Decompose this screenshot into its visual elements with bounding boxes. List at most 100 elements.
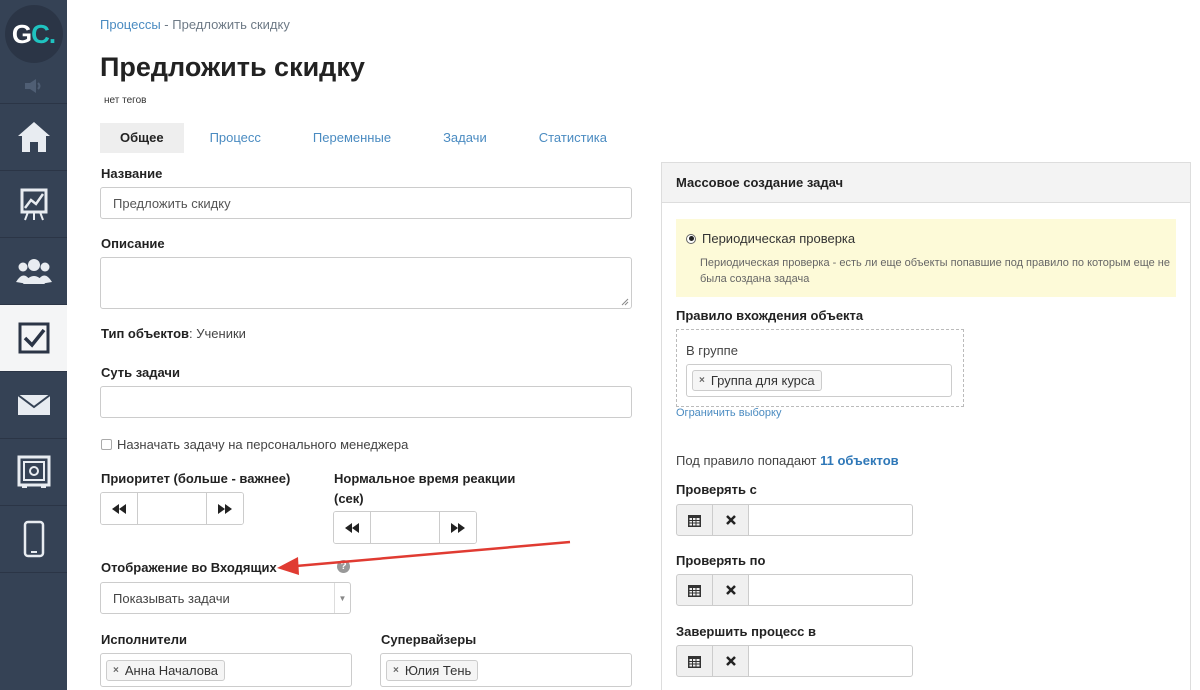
inbox-select[interactable]: Показывать задачи ▼ — [100, 582, 351, 614]
finish-date — [676, 645, 913, 677]
priority-increase-button[interactable] — [206, 493, 243, 524]
fast-forward-icon — [451, 522, 465, 533]
sidebar-item-safe[interactable] — [0, 439, 67, 506]
group-chip: × Группа для курса — [692, 370, 822, 391]
supervisor-name: Юлия Тень — [404, 662, 472, 678]
users-icon — [15, 259, 52, 284]
check-from-label: Проверять с — [676, 482, 757, 497]
essence-label: Суть задачи — [101, 365, 180, 380]
sidebar-item-stats[interactable] — [0, 171, 67, 238]
close-icon — [725, 656, 736, 666]
speaker-icon — [24, 78, 40, 93]
limit-link[interactable]: Ограничить выборку — [676, 407, 781, 419]
tab-variables[interactable]: Переменные — [287, 123, 417, 153]
help-icon[interactable]: ? — [337, 560, 350, 573]
logo[interactable]: GC. — [4, 5, 63, 63]
phone-icon — [23, 520, 44, 558]
remove-chip-icon[interactable]: × — [113, 665, 119, 676]
priority-label: Приоритет (больше - важнее) — [101, 471, 291, 486]
sound-toggle[interactable] — [0, 68, 67, 104]
check-from-input[interactable] — [748, 504, 913, 536]
tab-statistics[interactable]: Статистика — [513, 123, 633, 153]
check-to-input[interactable] — [748, 574, 913, 606]
mass-task-panel: Массовое создание задач Периодическая пр… — [661, 162, 1191, 690]
reaction-decrease-button[interactable] — [334, 512, 371, 543]
tab-tasks[interactable]: Задачи — [417, 123, 513, 153]
reaction-label-line1: Нормальное время реакции — [334, 471, 516, 486]
checkbox-icon — [18, 322, 49, 354]
supervisor-chip: × Юлия Тень — [386, 659, 479, 681]
finish-label: Завершить процесс в — [676, 624, 817, 639]
mode-description: Периодическая проверка - есть ли еще объ… — [700, 257, 1170, 285]
tab-general[interactable]: Общее — [100, 123, 184, 153]
personal-manager-label: Назначать задачу на персонального менедж… — [117, 437, 409, 452]
calendar-button[interactable] — [676, 645, 713, 677]
priority-input[interactable] — [138, 493, 206, 524]
supervisors-field[interactable]: × Юлия Тень — [380, 653, 632, 687]
rule-label: Правило вхождения объекта — [676, 308, 864, 323]
rule-count-prefix: Под правило попадают — [676, 453, 821, 468]
logo-dot: . — [48, 18, 56, 49]
supervisors-label: Супервайзеры — [381, 632, 477, 647]
essence-input[interactable] — [100, 386, 632, 418]
inbox-select-value: Показывать задачи — [113, 590, 230, 606]
tabs: Общее Процесс Переменные Задачи Статисти… — [100, 123, 633, 153]
breadcrumb: Процессы - Предложить скидку — [100, 17, 290, 32]
check-from-date — [676, 504, 913, 536]
object-type: Тип объектов: Ученики — [101, 326, 246, 341]
tags-label[interactable]: нет тегов — [104, 95, 146, 106]
page-title: Предложить скидку — [100, 52, 365, 82]
tab-process[interactable]: Процесс — [184, 123, 287, 153]
group-label: В группе — [686, 343, 738, 358]
reaction-input[interactable] — [371, 512, 439, 543]
sidebar-item-home[interactable] — [0, 104, 67, 171]
panel-title: Массовое создание задач — [662, 163, 1190, 203]
name-input-value: Предложить скидку — [113, 195, 231, 211]
safe-icon — [17, 455, 50, 488]
clear-date-button[interactable] — [712, 504, 749, 536]
remove-chip-icon[interactable]: × — [393, 665, 399, 676]
name-input[interactable]: Предложить скидку — [100, 187, 632, 219]
calendar-button[interactable] — [676, 504, 713, 536]
object-type-value: : Ученики — [189, 326, 246, 341]
description-textarea[interactable] — [100, 257, 632, 309]
breadcrumb-link-processes[interactable]: Процессы — [100, 17, 161, 32]
sidebar-item-users[interactable] — [0, 238, 67, 305]
finish-input[interactable] — [748, 645, 913, 677]
close-icon — [725, 585, 736, 595]
radio-selected-icon[interactable] — [686, 233, 696, 244]
priority-decrease-button[interactable] — [101, 493, 138, 524]
rule-count-link[interactable]: 11 объектов — [820, 453, 899, 468]
reaction-increase-button[interactable] — [439, 512, 476, 543]
sidebar-item-mail[interactable] — [0, 372, 67, 439]
clear-date-button[interactable] — [712, 645, 749, 677]
mode-label: Периодическая проверка — [702, 231, 856, 246]
executors-field[interactable]: × Анна Началова — [100, 653, 352, 687]
calendar-button[interactable] — [676, 574, 713, 606]
check-to-label: Проверять по — [676, 553, 766, 568]
description-label: Описание — [101, 236, 165, 251]
personal-manager-checkbox[interactable] — [101, 439, 112, 450]
resize-handle-icon — [621, 298, 629, 306]
executor-chip: × Анна Началова — [106, 659, 226, 681]
reaction-label-line2: (сек) — [334, 491, 364, 506]
remove-chip-icon[interactable]: × — [699, 375, 705, 386]
personal-manager-option[interactable]: Назначать задачу на персонального менедж… — [101, 437, 408, 452]
calendar-icon — [688, 584, 701, 597]
sidebar-item-tasks[interactable] — [0, 305, 67, 372]
reaction-label: Нормальное время реакции (сек) — [334, 471, 515, 506]
object-type-label: Тип объектов — [101, 326, 190, 341]
clear-date-button[interactable] — [712, 574, 749, 606]
group-field[interactable]: × Группа для курса — [686, 364, 952, 397]
rewind-icon — [112, 503, 126, 514]
logo-letter-g: G — [11, 18, 32, 49]
mode-notice: Периодическая проверка Периодическая про… — [676, 219, 1176, 297]
sidebar-item-mobile[interactable] — [0, 506, 67, 573]
executor-name: Анна Началова — [124, 662, 219, 678]
rule-box: В группе × Группа для курса — [676, 329, 964, 407]
executors-label: Исполнители — [101, 632, 187, 647]
rule-count: Под правило попадают 11 объектов — [676, 453, 899, 468]
mode-option[interactable]: Периодическая проверка — [686, 231, 855, 246]
reaction-stepper — [333, 511, 477, 544]
rewind-icon — [345, 522, 359, 533]
